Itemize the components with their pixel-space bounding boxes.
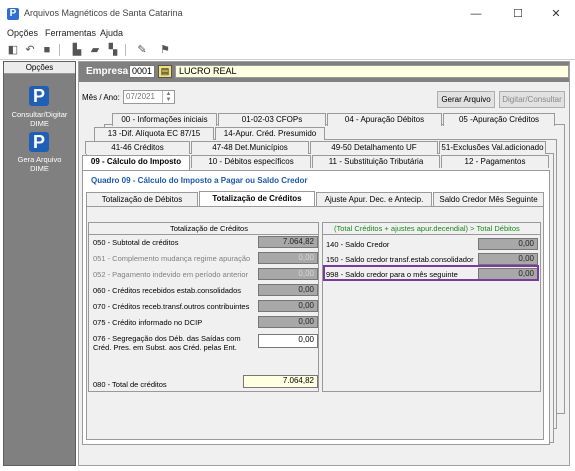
maximize-button[interactable]: ☐ (508, 6, 528, 22)
new-icon[interactable]: ◧ (6, 43, 20, 57)
row-052-value: 0,00 (258, 268, 318, 280)
empresa-label: Empresa (86, 66, 129, 77)
row-050-value: 7.064,82 (258, 236, 318, 248)
tab-substituicao-tributaria[interactable]: 11 - Substituição Tributária (312, 155, 440, 168)
sidebar-item-label-line1: Gera Arquivo (17, 155, 62, 164)
row-150-label: 150 - Saldo credor transf.estab.consolid… (326, 255, 474, 264)
window-title: Arquivos Magnéticos de Santa Catarina (24, 8, 183, 18)
row-051-value: 0,00 (258, 252, 318, 264)
tab-dif-aliquota[interactable]: 13 -Dif. Alíquota EC 87/15 (94, 127, 214, 140)
empresa-name-field: LUCRO REAL (175, 65, 569, 78)
tab-pagamentos[interactable]: 12 - Pagamentos (441, 155, 549, 168)
save-icon[interactable]: ■ (40, 43, 54, 57)
gerar-arquivo-button[interactable]: Gerar Arquivo (437, 91, 495, 108)
menu-ferramentas[interactable]: Ferramentas (45, 28, 96, 38)
divider (89, 234, 318, 235)
exit-door-icon[interactable]: ⚑ (158, 43, 172, 57)
tab-calculo-imposto[interactable]: 09 - Cálculo do Imposto (82, 155, 190, 171)
sidebar-item-consultar-label[interactable]: Consultar/Digitar DIME (3, 110, 76, 128)
toolbar-separator (125, 44, 126, 56)
subtab-saldo-credor-mes-seguinte[interactable]: Saldo Credor Mês Seguinte (433, 192, 544, 206)
row-076-label-line1: 076 - Segregação dos Déb. das Saídas com (93, 334, 241, 343)
tools-icon[interactable]: ✎ (135, 43, 149, 57)
tab-apuracao-creditos[interactable]: 05 -Apuração Créditos (443, 113, 555, 126)
tab-det-municipios[interactable]: 47-48 Det.Municípios (191, 141, 309, 154)
row-080-value: 7.064,82 (243, 375, 318, 388)
row-076-label-line2: Créd. Pres. em Subst. aos Créd. pelas En… (93, 343, 237, 352)
row-052-label: 052 - Pagamento indevido em período ante… (93, 270, 249, 279)
row-050-label: 050 - Subtotal de créditos (93, 238, 179, 247)
close-button[interactable]: ✕ (546, 6, 566, 22)
subtab-totalizacao-debitos[interactable]: Totalização de Débitos (86, 192, 198, 206)
folder-icon[interactable]: ▤ (158, 65, 172, 78)
menu-ajuda[interactable]: Ajuda (100, 28, 123, 38)
highlight-box (323, 265, 539, 281)
toolbar-separator (59, 44, 60, 56)
subtab-totalizacao-creditos[interactable]: Totalização de Créditos (199, 191, 315, 206)
tab-creditos[interactable]: 41-46 Créditos (85, 141, 190, 154)
row-075-value: 0,00 (258, 316, 318, 328)
subtab-ajuste-apuracao[interactable]: Ajuste Apur. Dec. e Antecip. (316, 192, 432, 206)
sidebar-item-label-line2: DIME (30, 164, 49, 173)
left-group-header: Totalização de Créditos (170, 224, 248, 233)
sidebar-header: Opções (4, 62, 75, 74)
row-070-value: 0,00 (258, 300, 318, 312)
tab-cfops[interactable]: 01-02-03 CFOPs (218, 113, 326, 126)
tab-informacoes-iniciais[interactable]: 00 - Informações iniciais (112, 113, 217, 126)
app-icon: P (7, 8, 19, 20)
spinner-icon[interactable]: ▲ ▼ (162, 91, 174, 103)
toolbar (0, 42, 575, 60)
tab-exclusoes-val[interactable]: 51-Exclusões Val.adicionado (439, 141, 546, 154)
row-150-value: 0,00 (478, 253, 538, 265)
print-icon[interactable]: ▰ (88, 43, 102, 57)
sidebar-item-label-line2: DIME (30, 119, 49, 128)
row-140-label: 140 - Saldo Credor (326, 240, 390, 249)
gera-arquivo-icon[interactable]: P (29, 132, 49, 152)
document-icon[interactable]: ▙ (70, 43, 84, 57)
divider (323, 234, 540, 235)
row-140-value: 0,00 (478, 238, 538, 250)
export-icon[interactable]: ▚ (106, 43, 120, 57)
tab-apuracao-debitos[interactable]: 04 - Apuração Débitos (327, 113, 442, 126)
row-075-label: 075 - Crédito informado no DCIP (93, 318, 203, 327)
empresa-code-field[interactable]: 0001 (129, 65, 155, 78)
row-080-label: 080 - Total de créditos (93, 380, 167, 389)
sidebar-item-gera-label[interactable]: Gera Arquivo DIME (3, 155, 76, 173)
tab-apur-cred-presumido[interactable]: 14-Apur. Créd. Presumido (215, 127, 325, 140)
row-076-input[interactable]: 0,00 (258, 334, 318, 348)
row-051-label: 051 - Complemento mudança regime apuraçã… (93, 254, 251, 263)
minimize-button[interactable]: — (466, 6, 486, 22)
quadro-title: Quadro 09 - Cálculo do Imposto a Pagar o… (91, 176, 308, 185)
undo-icon[interactable]: ↶ (23, 43, 37, 57)
tab-debitos-especificos[interactable]: 10 - Débitos específicos (191, 155, 311, 168)
digitar-consultar-button[interactable]: Digitar/Consultar (499, 91, 565, 108)
row-060-value: 0,00 (258, 284, 318, 296)
consultar-digitar-icon[interactable]: P (29, 86, 49, 106)
row-076-label: 076 - Segregação dos Déb. das Saídas com… (93, 334, 241, 352)
periodo-label: Mês / Ano: (82, 93, 120, 102)
menu-opcoes[interactable]: Opções (7, 28, 38, 38)
sidebar-item-label-line1: Consultar/Digitar (11, 110, 68, 119)
tab-detalhamento-uf[interactable]: 49-50 Detalhamento UF (310, 141, 438, 154)
row-060-label: 060 - Créditos recebidos estab.consolida… (93, 286, 242, 295)
right-group-header: (Total Créditos + ajustes apur.decendial… (334, 224, 520, 233)
row-070-label: 070 - Créditos receb.transf.outros contr… (93, 302, 250, 311)
